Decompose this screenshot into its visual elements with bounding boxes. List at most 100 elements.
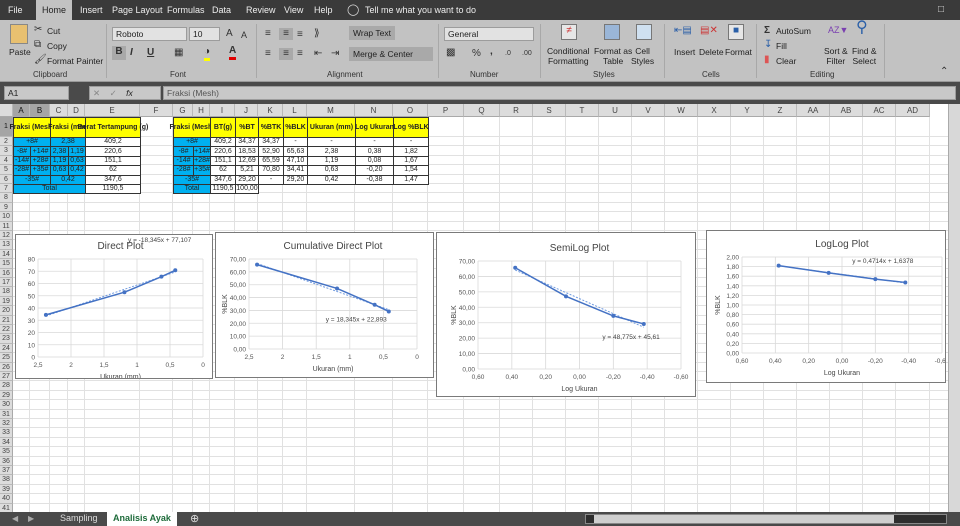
wrap-text-button[interactable]: Wrap Text xyxy=(349,26,395,40)
column-header-H[interactable]: H xyxy=(193,104,210,117)
column-header-P[interactable]: P xyxy=(428,104,464,117)
format-cells-button[interactable]: Format xyxy=(725,47,752,57)
find-select-button[interactable]: Find & Select xyxy=(852,46,877,66)
column-header-O[interactable]: O xyxy=(393,104,428,117)
row-header-16[interactable]: 16 xyxy=(0,268,13,278)
number-format-select[interactable]: General xyxy=(444,27,534,41)
row-header-36[interactable]: 36 xyxy=(0,456,13,466)
chart-loglog-plot[interactable]: LogLog Plot 0,00 0,20 0,40 0,60 0,80 1,00 1,20 1… xyxy=(706,230,946,383)
chart-semilog-plot[interactable]: SemiLog Plot 0,00 10,00 20,00 30,00 40,00 50,0… xyxy=(436,232,696,397)
row-header-12[interactable]: 12 xyxy=(0,231,13,241)
vertical-scrollbar[interactable] xyxy=(948,104,960,512)
fill-color-icon[interactable]: ◑ xyxy=(204,46,211,61)
column-header-S[interactable]: S xyxy=(533,104,566,117)
column-header-AA[interactable]: AA xyxy=(797,104,830,117)
row-header-9[interactable]: 9 xyxy=(0,202,13,213)
align-right-icon[interactable]: ≡ xyxy=(297,48,303,60)
column-header-F[interactable]: F xyxy=(140,104,173,117)
row-header-29[interactable]: 29 xyxy=(0,390,13,401)
row-header-34[interactable]: 34 xyxy=(0,437,13,448)
row-header-28[interactable]: 28 xyxy=(0,381,13,391)
format-as-table-button[interactable]: Format as Table xyxy=(594,46,632,66)
row-header-3[interactable]: 3 xyxy=(0,146,13,156)
font-color-icon[interactable]: A xyxy=(229,45,237,60)
column-header-T[interactable]: T xyxy=(566,104,599,117)
row-header-2[interactable]: 2 xyxy=(0,137,13,147)
underline-button[interactable]: U xyxy=(147,47,154,59)
row-header-25[interactable]: 25 xyxy=(0,353,13,363)
chart-direct-plot[interactable]: Direct Plot 0 10 20 30 40 50 60 70 80 2,5 2 1,5 1 0,5 0… xyxy=(15,234,213,379)
borders-icon[interactable]: ▦ xyxy=(174,47,183,59)
row-header-14[interactable]: 14 xyxy=(0,249,13,260)
column-header-B[interactable]: B xyxy=(30,104,50,117)
row-header-5[interactable]: 5 xyxy=(0,165,13,175)
row-header-40[interactable]: 40 xyxy=(0,494,13,504)
orientation-icon[interactable]: ⟫ xyxy=(314,28,320,40)
name-box[interactable]: A1 xyxy=(4,86,69,100)
sort-filter-button[interactable]: Sort & Filter xyxy=(824,46,848,66)
row-header-39[interactable]: 39 xyxy=(0,484,13,495)
cut-button[interactable]: Cut xyxy=(47,26,60,36)
column-header-Q[interactable]: Q xyxy=(464,104,500,117)
column-header-X[interactable]: X xyxy=(698,104,731,117)
worksheet-grid[interactable]: A B C D E F G H I J K L M N O P Q R S T U V W X Y Z AA AB AC AD 1 2 3 4 5 6… xyxy=(0,104,948,512)
row-header-33[interactable]: 33 xyxy=(0,428,13,438)
menu-tab-view[interactable]: View xyxy=(278,0,309,20)
row-header-38[interactable]: 38 xyxy=(0,475,13,485)
menu-tab-insert[interactable]: Insert xyxy=(74,0,109,20)
menu-tab-review[interactable]: Review xyxy=(240,0,282,20)
new-sheet-icon[interactable]: ⊕ xyxy=(190,512,199,525)
scroll-tabs-left-icon[interactable]: ◀ xyxy=(12,514,18,523)
row-header-6[interactable]: 6 xyxy=(0,174,13,184)
column-header-Z[interactable]: Z xyxy=(764,104,797,117)
cell-styles-button[interactable]: Cell Styles xyxy=(631,46,654,66)
delete-cells-button[interactable]: Delete xyxy=(699,47,724,57)
column-header-AB[interactable]: AB xyxy=(830,104,863,117)
row-header-30[interactable]: 30 xyxy=(0,400,13,410)
increase-decimal-icon[interactable]: .0 xyxy=(505,48,511,60)
row-header-15[interactable]: 15 xyxy=(0,259,13,269)
font-name-select[interactable]: Roboto xyxy=(112,27,187,41)
row-header-35[interactable]: 35 xyxy=(0,447,13,457)
decrease-indent-icon[interactable]: ⇤ xyxy=(314,48,322,60)
column-header-C[interactable]: C xyxy=(50,104,68,117)
column-header-Y[interactable]: Y xyxy=(731,104,764,117)
accounting-format-icon[interactable]: ▩ xyxy=(446,47,455,59)
paste-button[interactable]: Paste xyxy=(9,47,31,57)
row-header-10[interactable]: 10 xyxy=(0,212,13,222)
horizontal-scrollbar[interactable] xyxy=(585,514,947,524)
shrink-font-button[interactable]: A xyxy=(241,29,247,41)
tell-me-box[interactable]: Tell me what you want to do xyxy=(365,5,476,15)
insert-cells-button[interactable]: Insert xyxy=(674,47,695,57)
grow-font-button[interactable]: A xyxy=(226,28,233,40)
row-header-41[interactable]: 41 xyxy=(0,503,13,512)
row-header-26[interactable]: 26 xyxy=(0,362,13,372)
merge-center-button[interactable]: Merge & Center xyxy=(349,47,433,61)
enter-icon[interactable]: ✓ xyxy=(110,88,117,98)
scroll-thumb[interactable] xyxy=(594,515,894,523)
paste-icon[interactable] xyxy=(10,24,28,44)
clear-button[interactable]: Clear xyxy=(776,56,796,66)
formula-input[interactable]: Fraksi (Mesh) xyxy=(163,86,956,100)
menu-tab-home[interactable]: Home xyxy=(36,0,73,20)
column-header-L[interactable]: L xyxy=(283,104,307,117)
column-header-I[interactable]: I xyxy=(210,104,235,117)
select-all-corner[interactable] xyxy=(0,104,13,117)
row-header-18[interactable]: 18 xyxy=(0,287,13,297)
column-header-N[interactable]: N xyxy=(355,104,393,117)
row-header-4[interactable]: 4 xyxy=(0,155,13,166)
menu-tab-data[interactable]: Data xyxy=(206,0,237,20)
chart-cumulative-direct-plot[interactable]: Cumulative Direct Plot 0,00 10,00 20,00 30,0… xyxy=(215,232,434,378)
column-header-M[interactable]: M xyxy=(307,104,355,117)
row-header-13[interactable]: 13 xyxy=(0,240,13,250)
menu-tab-page-layout[interactable]: Page Layout xyxy=(106,0,169,20)
column-header-J[interactable]: J xyxy=(235,104,258,117)
row-header-24[interactable]: 24 xyxy=(0,343,13,354)
column-header-U[interactable]: U xyxy=(599,104,632,117)
row-header-22[interactable]: 22 xyxy=(0,325,13,335)
row-header-19[interactable]: 19 xyxy=(0,296,13,307)
row-header-27[interactable]: 27 xyxy=(0,372,13,382)
fill-button[interactable]: Fill xyxy=(776,41,787,51)
menu-tab-file[interactable]: File xyxy=(2,0,29,20)
menu-tab-formulas[interactable]: Formulas xyxy=(161,0,211,20)
